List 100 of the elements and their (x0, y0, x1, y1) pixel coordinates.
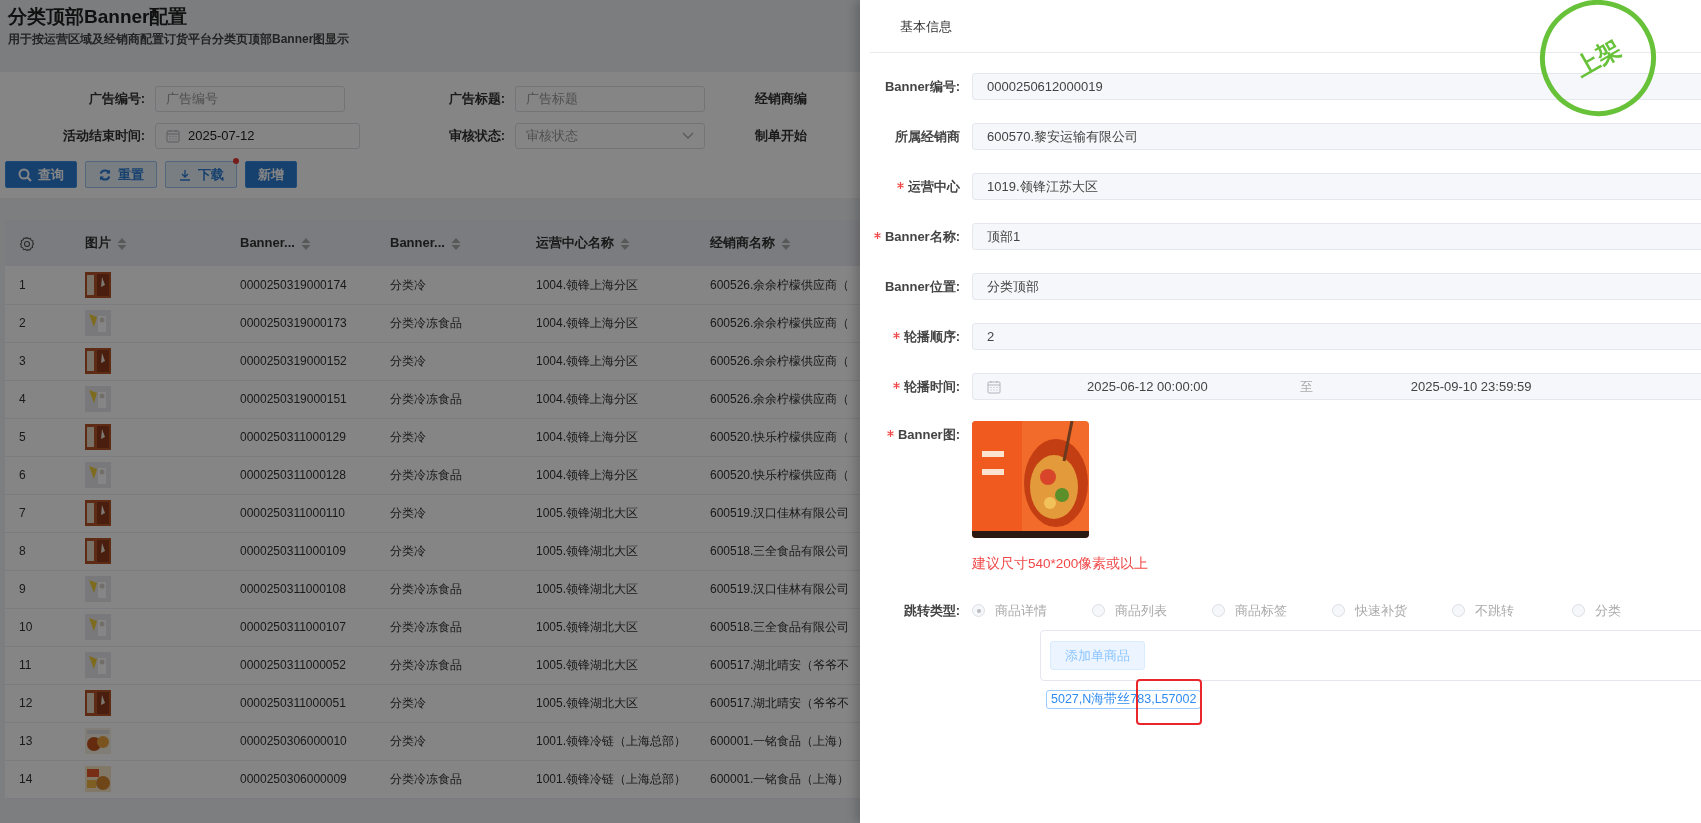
row-number: 2 (5, 304, 71, 342)
table-cell: 1005.领锋湖北大区 (526, 494, 704, 532)
field-label: 跳转类型: (903, 603, 960, 618)
field-label: Banner名称: (884, 228, 960, 244)
table-cell: 分类冷 (376, 494, 526, 532)
table-cell: 分类冷冻食品 (376, 760, 526, 798)
input-field: 1019.领锋江苏大区 (972, 173, 1701, 200)
field-label: 运营中心 (908, 178, 960, 194)
action-button[interactable]: 查询 (5, 161, 77, 188)
calendar-icon (987, 379, 1001, 394)
table-cell: 分类冷 (376, 532, 526, 570)
input-field: 顶部1 (972, 223, 1701, 250)
search-icon (18, 167, 32, 182)
row-number: 10 (5, 608, 71, 646)
input-field: 2 (972, 323, 1701, 350)
table-cell: 0000250319000151 (226, 380, 376, 418)
row-number: 6 (5, 456, 71, 494)
column-header[interactable]: 经销商名称 (710, 235, 775, 251)
input-field: 分类顶部 (972, 273, 1701, 300)
field-label: 广告编号: (87, 90, 146, 109)
table-cell: 分类冷冻食品 (376, 304, 526, 342)
hint-text: 建议尺寸540*200像素或以上 (972, 554, 1149, 573)
table-cell: 分类冷冻食品 (376, 570, 526, 608)
field-label: Banner位置: (884, 278, 960, 294)
column-header[interactable]: Banner... (240, 235, 295, 251)
table-cell: 1005.领锋湖北大区 (526, 646, 704, 684)
field-label: 所属经销商 (895, 128, 960, 144)
field-label: 轮播顺序: (903, 328, 960, 344)
row-number: 7 (5, 494, 71, 532)
action-button[interactable]: 下载 (165, 161, 237, 188)
table-cell: 分类冷 (376, 418, 526, 456)
row-number: 4 (5, 380, 71, 418)
date-range-field[interactable]: 2025-06-12 00:00:00 至 2025-09-10 23:59:59 (972, 373, 1701, 400)
row-number: 9 (5, 570, 71, 608)
notification-dot (233, 158, 239, 164)
refresh-icon (98, 167, 112, 182)
table-cell: 0000250319000152 (226, 342, 376, 380)
table-cell: 0000250311000109 (226, 532, 376, 570)
modal-overlay[interactable] (0, 0, 860, 823)
field-label: 广告标题: (447, 90, 506, 109)
table-cell: 1005.领锋湖北大区 (526, 570, 704, 608)
action-button[interactable]: 新增 (245, 161, 297, 188)
table-cell: 0000250319000174 (226, 266, 376, 304)
table-cell: 分类冷 (376, 342, 526, 380)
row-number: 12 (5, 684, 71, 722)
input-field: 600570.黎安运输有限公司 (972, 123, 1701, 150)
column-header[interactable]: 图片 (85, 235, 111, 251)
calendar-icon (166, 129, 180, 143)
table-cell: 0000250311000051 (226, 684, 376, 722)
add-button[interactable]: 添加单商品 (1050, 640, 1145, 671)
table-cell: 0000250311000052 (226, 646, 376, 684)
table-cell: 0000250311000128 (226, 456, 376, 494)
table-cell: 1004.领锋上海分区 (526, 266, 704, 304)
row-number: 1 (5, 266, 71, 304)
table-cell: 分类冷 (376, 266, 526, 304)
action-button[interactable]: 重置 (85, 161, 157, 188)
row-number: 13 (5, 722, 71, 760)
table-cell: 0000250319000173 (226, 304, 376, 342)
row-number: 5 (5, 418, 71, 456)
table-cell: 分类冷 (376, 722, 526, 760)
table-cell: 0000250311000129 (226, 418, 376, 456)
page-subtitle: 用于按运营区域及经销商配置订货平台分类页顶部Banner图显示 (8, 31, 351, 48)
field-label: 审核状态: (447, 127, 506, 146)
table-cell: 0000250311000110 (226, 494, 376, 532)
table-cell: 1005.领锋湖北大区 (526, 608, 704, 646)
table-cell: 1001.领锋冷链（上海总部） (526, 722, 704, 760)
row-number: 8 (5, 532, 71, 570)
table-cell: 0000250306000009 (226, 760, 376, 798)
row-number: 3 (5, 342, 71, 380)
settings-icon[interactable] (19, 235, 35, 252)
table-cell: 分类冷冻食品 (376, 646, 526, 684)
chevron-down-icon (682, 132, 694, 140)
table-cell: 分类冷 (376, 684, 526, 722)
table-cell: 分类冷冻食品 (376, 456, 526, 494)
table-cell: 1004.领锋上海分区 (526, 456, 704, 494)
table-cell: 1001.领锋冷链（上海总部） (526, 760, 704, 798)
date-field[interactable]: 2025-07-12 (155, 123, 360, 149)
field-label: 轮播时间: (903, 378, 960, 394)
field-label: Banner图: (897, 426, 960, 442)
field-label: 活动结束时间: (61, 127, 146, 146)
table-cell: 0000250311000108 (226, 570, 376, 608)
table-cell: 分类冷冻食品 (376, 608, 526, 646)
field-label: 经销商编 (754, 90, 808, 109)
table-cell: 1004.领锋上海分区 (526, 304, 704, 342)
field-label: 制单开始 (754, 127, 808, 146)
page-title: 分类顶部Banner配置 (8, 5, 189, 29)
table-cell: 1004.领锋上海分区 (526, 380, 704, 418)
table-cell: 0000250306000010 (226, 722, 376, 760)
table-cell: 1005.领锋湖北大区 (526, 532, 704, 570)
column-header[interactable]: Banner... (390, 235, 445, 251)
row-number: 11 (5, 646, 71, 684)
table-cell: 1004.领锋上海分区 (526, 342, 704, 380)
download-icon (178, 167, 192, 182)
row-number: 14 (5, 760, 71, 798)
field-label: Banner编号: (884, 78, 960, 94)
table-cell: 0000250311000107 (226, 608, 376, 646)
column-header[interactable]: 运营中心名称 (536, 235, 614, 251)
table-cell: 1005.领锋湖北大区 (526, 684, 704, 722)
table-cell: 1004.领锋上海分区 (526, 418, 704, 456)
table-cell: 分类冷冻食品 (376, 380, 526, 418)
